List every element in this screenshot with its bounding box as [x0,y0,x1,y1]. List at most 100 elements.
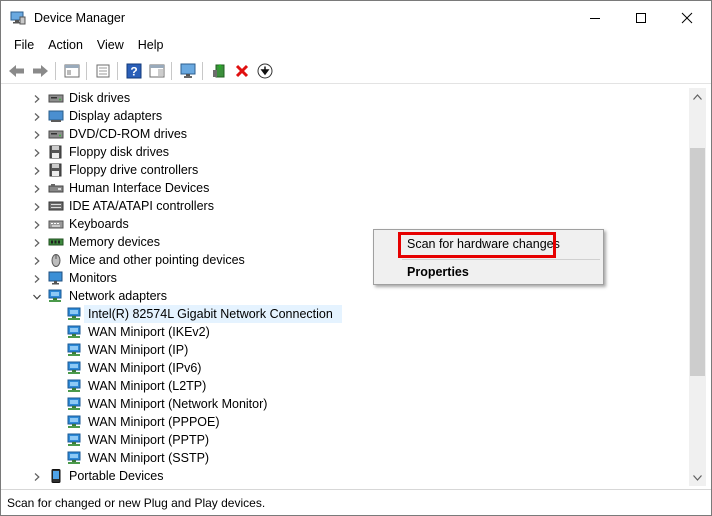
tree-item-label: WAN Miniport (PPPOE) [88,415,220,429]
tree-device[interactable]: WAN Miniport (SSTP) [5,449,685,467]
network-adapter-icon [67,415,81,428]
back-button[interactable] [7,61,27,81]
close-button[interactable] [664,1,710,35]
chevron-right-icon[interactable] [32,94,42,104]
chevron-right-icon[interactable] [32,472,42,482]
maximize-icon [636,13,646,23]
scroll-down-button[interactable] [689,469,706,486]
enable-device-button[interactable] [255,61,275,81]
tree-device[interactable]: Intel(R) 82574L Gigabit Network Connecti… [5,305,685,323]
tree-device[interactable]: WAN Miniport (IPv6) [5,359,685,377]
menu-file[interactable]: File [7,35,41,57]
update-driver-button[interactable] [209,61,229,81]
tree-device[interactable]: WAN Miniport (PPPOE) [5,413,685,431]
expand-toggle[interactable] [32,273,42,283]
tree-category[interactable]: Disk drives [5,89,685,107]
network-adapter-icon [67,451,81,464]
expand-toggle[interactable] [32,237,42,247]
tree-device[interactable]: WAN Miniport (L2TP) [5,377,685,395]
menu-help[interactable]: Help [131,35,171,57]
toolbar-separator [86,62,87,80]
chevron-right-icon[interactable] [32,202,42,212]
tree-item-label: Disk drives [69,91,131,105]
expand-toggle[interactable] [32,183,42,193]
device-icon [48,91,64,105]
tree-category[interactable]: Display adapters [5,107,685,125]
tree-item-label: Keyboards [69,217,129,231]
properties-button[interactable] [93,61,113,81]
device-icon [67,361,83,375]
tree-category[interactable]: Floppy disk drives [5,143,685,161]
chevron-right-icon[interactable] [32,148,42,158]
add-driver-icon [213,64,225,78]
device-tree[interactable]: Disk drives Display adapters DVD/CD-ROM dr… [5,88,689,486]
context-menu: Scan for hardware changes Properties [373,229,604,285]
device-icon [48,145,64,159]
tree-category[interactable]: DVD/CD-ROM drives [5,125,685,143]
context-menu-item-label: Properties [407,265,469,279]
menu-view[interactable]: View [90,35,131,57]
tree-device[interactable]: WAN Miniport (IKEv2) [5,323,685,341]
forward-button[interactable] [30,61,50,81]
uninstall-device-button[interactable] [232,61,252,81]
context-menu-properties[interactable]: Properties [374,261,603,283]
network-adapter-icon [67,307,81,320]
expand-toggle[interactable] [32,165,42,175]
scroll-thumb[interactable] [690,148,705,376]
device-icon [48,289,64,303]
chevron-right-icon[interactable] [32,184,42,194]
device-icon [48,109,64,123]
expand-toggle[interactable] [32,147,42,157]
expand-toggle[interactable] [32,255,42,265]
expand-toggle[interactable] [32,201,42,211]
console-tree-icon [64,64,80,78]
chevron-right-icon[interactable] [32,220,42,230]
expand-toggle[interactable] [32,129,42,139]
scroll-up-button[interactable] [689,88,706,105]
network-adapter-icon [67,361,81,374]
toolbar-separator [55,62,56,80]
action-pane-button[interactable] [147,61,167,81]
tree-device[interactable]: WAN Miniport (Network Monitor) [5,395,685,413]
tree-category[interactable]: Human Interface Devices [5,179,685,197]
chevron-right-icon[interactable] [32,274,42,284]
tree-category[interactable]: Portable Devices [5,467,685,485]
floppy-disk-icon [49,145,62,159]
title-bar[interactable]: Device Manager [1,1,711,35]
expand-toggle[interactable] [32,471,42,481]
hid-icon [48,184,64,193]
minimize-button[interactable] [572,1,618,35]
device-icon [48,199,64,213]
menu-action[interactable]: Action [41,35,90,57]
collapse-toggle[interactable] [32,291,42,301]
show-hide-console-tree-button[interactable] [62,61,82,81]
floppy-controller-icon [49,163,62,177]
scan-hardware-toolbar-button[interactable] [178,61,198,81]
tree-device[interactable]: WAN Miniport (PPTP) [5,431,685,449]
forward-icon [33,65,48,77]
disk-drive-icon [48,94,64,103]
maximize-button[interactable] [618,1,664,35]
tree-device[interactable]: WAN Miniport (IP) [5,341,685,359]
expand-toggle[interactable] [32,219,42,229]
device-icon [67,343,83,357]
help-icon: ? [126,63,142,79]
device-manager-icon [10,11,26,25]
vertical-scrollbar[interactable] [689,88,706,486]
chevron-right-icon[interactable] [32,130,42,140]
expand-toggle[interactable] [32,93,42,103]
chevron-right-icon[interactable] [32,238,42,248]
help-button[interactable]: ? [124,61,144,81]
tree-category[interactable]: IDE ATA/ATAPI controllers [5,197,685,215]
device-icon [67,325,83,339]
chevron-down-icon[interactable] [32,292,42,302]
expand-toggle[interactable] [32,111,42,121]
tree-category[interactable]: Floppy drive controllers [5,161,685,179]
network-adapter-icon [67,379,81,392]
status-bar: Scan for changed or new Plug and Play de… [1,489,711,515]
chevron-right-icon[interactable] [32,166,42,176]
chevron-right-icon[interactable] [32,256,42,266]
tree-category[interactable]: Network adapters [5,287,685,305]
tree-item-label: Mice and other pointing devices [69,253,245,267]
chevron-right-icon[interactable] [32,112,42,122]
